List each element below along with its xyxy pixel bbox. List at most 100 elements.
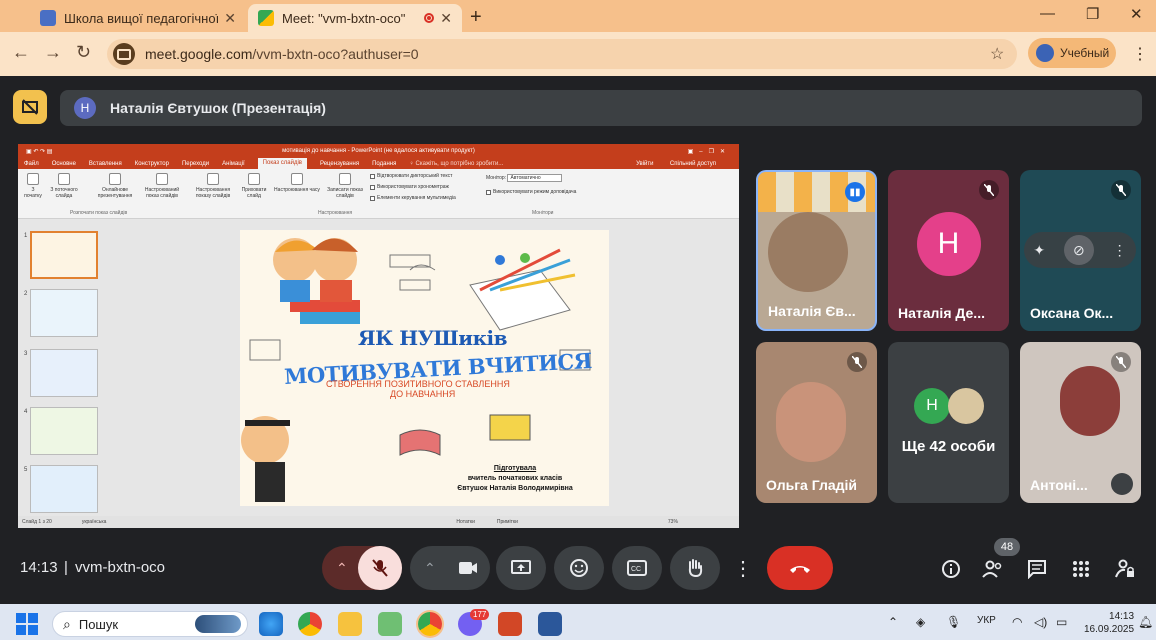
stop-presenting-icon[interactable] <box>13 90 47 124</box>
ppt-tab-view[interactable]: Подання <box>372 161 396 167</box>
checkbox[interactable] <box>370 173 375 179</box>
chrome-profile-icon[interactable] <box>418 612 442 636</box>
ribbon-custom-show[interactable]: Настроюваний показ слайдів <box>138 173 186 199</box>
tray-app-icon[interactable]: ◈ <box>916 615 925 629</box>
tray-chevron-icon[interactable]: ⌃ <box>888 615 898 629</box>
back-icon[interactable]: ← <box>12 42 30 63</box>
slide-thumb[interactable] <box>30 289 98 337</box>
video-options-chevron-icon[interactable]: ⌃ <box>424 560 436 577</box>
ppt-tab-insert[interactable]: Вставлення <box>89 161 122 167</box>
more-participants-tile[interactable]: Н Ще 42 особи <box>888 342 1009 503</box>
slide-thumb[interactable] <box>30 465 98 513</box>
slide-thumb[interactable] <box>30 349 98 397</box>
close-tab-icon[interactable]: ✕ <box>224 10 236 27</box>
minimize-icon[interactable]: — <box>1040 5 1055 22</box>
edge-icon[interactable] <box>259 612 283 636</box>
ppt-tab-design[interactable]: Конструктор <box>135 161 169 167</box>
file-explorer-icon[interactable] <box>338 612 362 636</box>
forward-icon[interactable]: → <box>44 42 62 63</box>
status-comments[interactable]: Примітки <box>497 519 518 525</box>
chat-button[interactable] <box>1024 556 1050 582</box>
word-icon[interactable] <box>538 612 562 636</box>
restore-icon[interactable]: ❐ <box>1086 5 1099 23</box>
check-presenter-view[interactable]: Використовувати режим доповідача <box>486 189 576 195</box>
tab-meet[interactable]: Meet: "vvm-bxtn-oco" ✕ <box>248 4 462 32</box>
host-controls-button[interactable] <box>1112 556 1138 582</box>
mute-participant-icon[interactable]: ⊘ <box>1063 235 1094 265</box>
site-info-icon[interactable] <box>113 43 135 65</box>
ppt-sign-in[interactable]: Увійти <box>636 161 653 167</box>
ribbon-online-present[interactable]: Онлайнове презентування <box>90 173 140 199</box>
picture-in-picture-icon[interactable] <box>1111 473 1133 495</box>
check-narrations[interactable]: Відтворювати дикторський текст <box>370 173 452 179</box>
monitor-select[interactable]: Монітор: Автоматично <box>486 174 562 182</box>
reload-icon[interactable]: ↻ <box>76 42 91 63</box>
check-timings[interactable]: Використовувати хронометраж <box>370 184 449 190</box>
battery-icon[interactable]: ▭ <box>1056 615 1067 629</box>
profile-button[interactable]: Учебный <box>1028 38 1116 68</box>
audio-options-chevron-icon[interactable]: ⌃ <box>336 560 348 577</box>
ppt-share[interactable]: Спільний доступ <box>670 161 716 167</box>
chrome-icon[interactable] <box>298 612 322 636</box>
slide-thumb[interactable] <box>30 231 98 279</box>
checkbox[interactable] <box>370 184 375 190</box>
captions-button[interactable]: CC <box>612 546 662 590</box>
more-options-button[interactable]: ⋮ <box>728 546 758 590</box>
ribbon-record[interactable]: Записати показ слайдів <box>324 173 366 199</box>
ppt-tell-me[interactable]: ♀ Скажіть, що потрібно зробити... <box>409 161 503 167</box>
ribbon-setup-show[interactable]: Настроювання показу слайдів <box>190 173 236 199</box>
close-window-icon[interactable]: ✕ <box>1130 5 1143 23</box>
participant-tile[interactable]: Н Наталія Де... <box>888 170 1009 331</box>
raise-hand-button[interactable] <box>670 546 720 590</box>
ppt-tab-transitions[interactable]: Переходи <box>182 161 209 167</box>
bookmark-star-icon[interactable]: ☆ <box>990 44 1004 64</box>
mic-off-button[interactable] <box>358 546 402 590</box>
check-media-controls[interactable]: Елементи керування мультимедіа <box>370 195 456 201</box>
present-button[interactable] <box>496 546 546 590</box>
address-bar[interactable]: meet.google.com/vvm-bxtn-oco?authuser=0 <box>107 39 1017 69</box>
ppt-tab-file[interactable]: Файл <box>24 161 39 167</box>
leave-call-button[interactable] <box>767 546 833 590</box>
activities-button[interactable] <box>1068 556 1094 582</box>
taskbar-search[interactable]: ⌕ Пошук <box>52 611 248 637</box>
lock-person-icon <box>1115 559 1134 578</box>
camera-button[interactable] <box>446 546 490 590</box>
ppt-signin-share[interactable]: Увійти Спільний доступ <box>636 161 729 167</box>
ppt-tab-home[interactable]: Основне <box>52 161 76 167</box>
ppt-tab-animations[interactable]: Анімації <box>222 161 245 167</box>
mic-tray-icon[interactable]: 🎙︎ <box>946 615 961 629</box>
language-indicator[interactable]: УКР <box>977 615 996 626</box>
app-icon[interactable] <box>378 612 402 636</box>
notifications-icon[interactable]: 🔔︎ <box>1138 615 1153 629</box>
ribbon-from-beginning[interactable]: З початку <box>22 173 44 199</box>
ppt-tab-review[interactable]: Рецензування <box>320 161 359 167</box>
participant-tile[interactable]: ✦ ⊘ ⋮ Оксана Ок... <box>1020 170 1141 331</box>
meeting-info-button[interactable] <box>938 556 964 582</box>
people-button[interactable] <box>980 556 1006 582</box>
taskbar-clock[interactable]: 14:13 16.09.2025 <box>1084 610 1134 636</box>
tab-school[interactable]: Школа вищої педагогічної ма ✕ <box>30 4 246 32</box>
emoji-button[interactable] <box>554 546 604 590</box>
status-zoom[interactable]: 73% <box>668 519 678 525</box>
participant-tile[interactable]: Ольга Гладій <box>756 342 877 503</box>
windows-start-icon[interactable] <box>16 613 38 635</box>
close-tab-icon[interactable]: ✕ <box>440 10 452 27</box>
wifi-icon[interactable]: ◠ <box>1012 615 1022 629</box>
checkbox[interactable] <box>370 195 375 201</box>
ppt-tab-slideshow[interactable]: Показ слайдів <box>257 158 307 169</box>
ribbon-hide-slide[interactable]: Приховати слайд <box>236 173 272 199</box>
status-notes[interactable]: Нотатки <box>456 519 474 525</box>
ribbon-rehearse[interactable]: Настроювання часу <box>274 173 320 193</box>
volume-icon[interactable]: ◁) <box>1034 615 1047 629</box>
slide-thumb[interactable] <box>30 407 98 455</box>
more-options-icon[interactable]: ⋮ <box>1113 242 1127 259</box>
checkbox[interactable] <box>486 189 491 195</box>
powerpoint-icon[interactable] <box>498 612 522 636</box>
new-tab-button[interactable]: + <box>470 6 482 29</box>
pin-icon[interactable]: ✦ <box>1033 242 1045 259</box>
participant-tile[interactable]: ▮▮ Наталія Єв... <box>756 170 877 331</box>
browser-menu-icon[interactable]: ⋮ <box>1132 44 1148 64</box>
ribbon-from-current[interactable]: З поточного слайда <box>46 173 82 199</box>
participant-tile[interactable]: Антоні... <box>1020 342 1141 503</box>
monitor-value[interactable]: Автоматично <box>507 174 562 182</box>
